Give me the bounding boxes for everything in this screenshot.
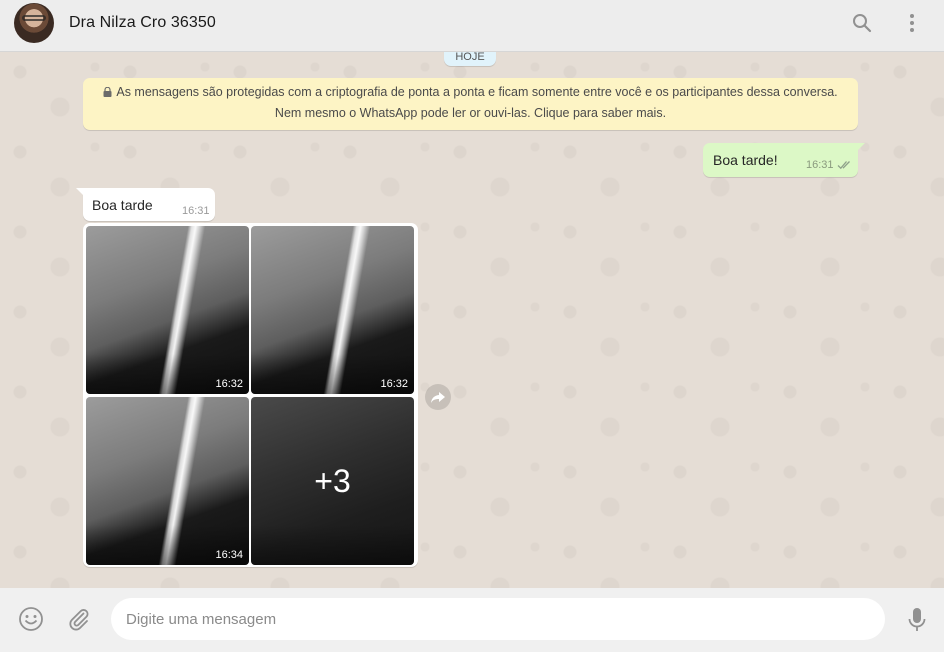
composer <box>0 588 944 652</box>
lock-icon <box>103 87 112 97</box>
album-photo[interactable]: 16:32 <box>251 226 414 394</box>
message-text: Boa tarde <box>92 197 153 213</box>
photo-time: 16:34 <box>215 549 243 561</box>
album-photo[interactable]: 16:32 <box>86 226 249 394</box>
album-photo[interactable]: 16:34 <box>86 397 249 565</box>
outgoing-message[interactable]: Boa tarde! 16:31 <box>703 143 865 177</box>
forward-button[interactable] <box>425 384 451 410</box>
emoji-icon[interactable] <box>18 606 44 632</box>
mic-icon[interactable] <box>906 606 928 634</box>
encryption-notice-line2: Nem mesmo o WhatsApp pode ler or ouvi-la… <box>274 106 667 120</box>
encryption-notice-line1: As mensagens são protegidas com a cripto… <box>83 82 858 103</box>
message-list[interactable]: HOJE As mensagens são protegidas com a c… <box>0 52 944 588</box>
forward-icon <box>431 392 445 403</box>
message-text: Boa tarde! <box>713 152 778 168</box>
album-photo-more[interactable]: +3 <box>251 397 414 565</box>
more-photos-count: +3 <box>314 462 351 499</box>
photo-time: 16:32 <box>380 378 408 390</box>
encryption-notice[interactable]: As mensagens são protegidas com a cripto… <box>83 78 858 130</box>
attach-icon[interactable] <box>67 607 91 631</box>
message-time: 16:31 <box>182 205 210 217</box>
photo-time: 16:32 <box>215 378 243 390</box>
message-input[interactable] <box>111 598 885 640</box>
message-time: 16:31 <box>806 159 834 171</box>
menu-icon[interactable] <box>900 11 924 35</box>
double-check-icon <box>837 161 850 170</box>
contact-name[interactable]: Dra Nilza Cro 36350 <box>69 14 216 32</box>
contact-avatar[interactable] <box>14 3 54 43</box>
day-chip: HOJE <box>444 52 496 66</box>
search-icon[interactable] <box>850 11 874 35</box>
incoming-message[interactable]: Boa tarde 16:31 <box>76 188 215 221</box>
chat-header: Dra Nilza Cro 36350 <box>0 0 944 52</box>
photo-album: 16:32 16:32 16:34 +3 <box>83 223 418 567</box>
encryption-notice-text-1: As mensagens são protegidas com a cripto… <box>116 85 838 99</box>
